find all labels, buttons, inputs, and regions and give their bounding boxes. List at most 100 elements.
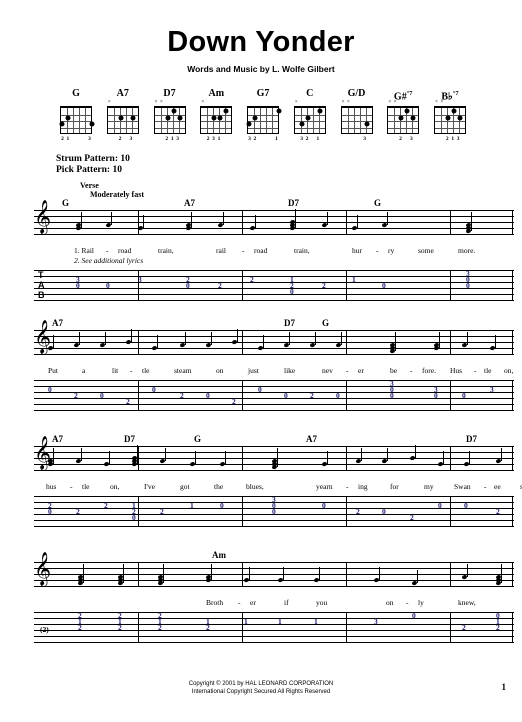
note-stem: [263, 335, 264, 348]
lyric-syllable: fore.: [422, 366, 436, 375]
tab-fret-number: 3: [138, 275, 142, 284]
tab-fret-number: 2: [232, 397, 236, 406]
finger-dot: [305, 115, 311, 121]
barline: [242, 562, 243, 586]
finger-number-row: 3: [337, 135, 377, 144]
chord-diagram-Bdim7: B♭°7 × × 2 1 3: [430, 88, 470, 144]
barline: [138, 562, 139, 586]
note-stem: [185, 332, 186, 345]
lyric-syllable: hur: [352, 246, 362, 255]
note-stem: [327, 212, 328, 225]
tab-fret-number: 0: [48, 507, 52, 516]
lyric-syllable: -: [70, 482, 73, 491]
note-stem: [495, 335, 496, 348]
staff-line: [34, 228, 514, 229]
staff-line: [34, 234, 514, 235]
finger-dot: [130, 115, 136, 121]
fret-line: [248, 127, 278, 129]
lyric-syllable: -: [238, 598, 241, 607]
finger-number: 2: [399, 136, 402, 142]
lyric-syllable: tle: [82, 482, 90, 491]
tab-barline: [450, 380, 451, 410]
note-stem: [277, 448, 278, 461]
repeat-marker: (2): [40, 625, 49, 634]
tab-line: [34, 392, 514, 393]
notation-staff: 𝄞: [34, 438, 514, 476]
lyric-syllable: knew,: [458, 598, 476, 607]
tab-fret-number: 2: [322, 281, 326, 290]
lyric-syllable: rail: [216, 246, 226, 255]
lyric-syllable: the: [214, 482, 224, 491]
fretboard-grid: [387, 106, 420, 134]
fret-line: [341, 127, 372, 129]
note-stem: [341, 332, 342, 345]
finger-dot: [118, 115, 124, 121]
finger-number-row: 213: [56, 135, 96, 144]
fret-line: [435, 121, 465, 122]
finger-number-row: 321: [243, 135, 283, 144]
note-stem: [225, 451, 226, 464]
tab-fret-number: 2: [180, 391, 184, 400]
finger-number: 3: [363, 136, 366, 142]
chord-name: G: [72, 88, 80, 99]
chord-name: A7: [116, 88, 129, 99]
chord-quality-superscript: °7: [406, 90, 413, 97]
tab-fret-number: 0: [100, 391, 104, 400]
page-number: 1: [501, 682, 507, 692]
tab-fret-number: 0: [322, 501, 326, 510]
tab-barline: [138, 380, 139, 410]
note-stem: [467, 564, 468, 577]
lyric-syllable: train,: [158, 246, 174, 255]
staff-line: [34, 580, 514, 581]
barline: [242, 210, 243, 234]
lyric-syllable: -: [474, 366, 477, 375]
tab-fret-number: 1: [244, 617, 248, 626]
fret-line: [154, 127, 185, 129]
tab-clef-letter: A: [38, 280, 45, 290]
lyric-syllable: Hus: [450, 366, 463, 375]
tab-fret-number: 3: [490, 385, 494, 394]
staff-line: [34, 470, 514, 471]
tab-fret-number: 0: [220, 501, 224, 510]
lyric-syllable: like: [284, 366, 296, 375]
chord-symbol: G: [194, 434, 202, 444]
lyric-syllable: Broth: [206, 598, 224, 607]
finger-dot: [211, 115, 217, 121]
note-stem: [157, 335, 158, 348]
finger-number: 2: [253, 136, 257, 142]
note-stem: [295, 209, 296, 222]
staff-line: [34, 342, 514, 343]
fret-line: [61, 121, 91, 122]
fret-line: [201, 121, 232, 122]
fret-line: [107, 121, 138, 122]
tab-fret-number: 0: [412, 611, 416, 620]
chord-name: G/D: [347, 88, 366, 99]
finger-dot: [410, 115, 416, 121]
finger-dot: [398, 115, 404, 121]
tab-fret-number: 2: [496, 507, 500, 516]
tab-fret-number: 0: [106, 281, 110, 290]
chord-symbol: A7: [52, 318, 63, 328]
finger-number: 3: [456, 136, 460, 142]
chord-symbol: G: [374, 198, 382, 208]
tab-fret-number: 2: [496, 623, 500, 632]
chord-symbol: A7: [52, 434, 63, 444]
finger-number: 1: [275, 136, 278, 142]
note-stem: [81, 212, 82, 225]
lyric-syllable: -: [346, 482, 349, 491]
tab-fret-number: 0: [382, 281, 386, 290]
section-label: Verse: [80, 181, 99, 190]
note-stem: [211, 332, 212, 345]
tablature-staff: 0202020200203003003: [34, 379, 514, 414]
chord-symbol: A7: [306, 434, 317, 444]
tab-line: [34, 300, 514, 301]
tab-barline: [346, 612, 347, 642]
note-stem: [109, 451, 110, 464]
note-stem: [443, 451, 444, 464]
finger-number: 3: [176, 136, 179, 142]
lyric-syllable: -: [346, 366, 349, 375]
tab-fret-number: 0: [382, 507, 386, 516]
tab-fret-number: 1: [278, 617, 282, 626]
tab-line: [34, 526, 514, 527]
lyric-syllable: on,: [504, 366, 514, 375]
